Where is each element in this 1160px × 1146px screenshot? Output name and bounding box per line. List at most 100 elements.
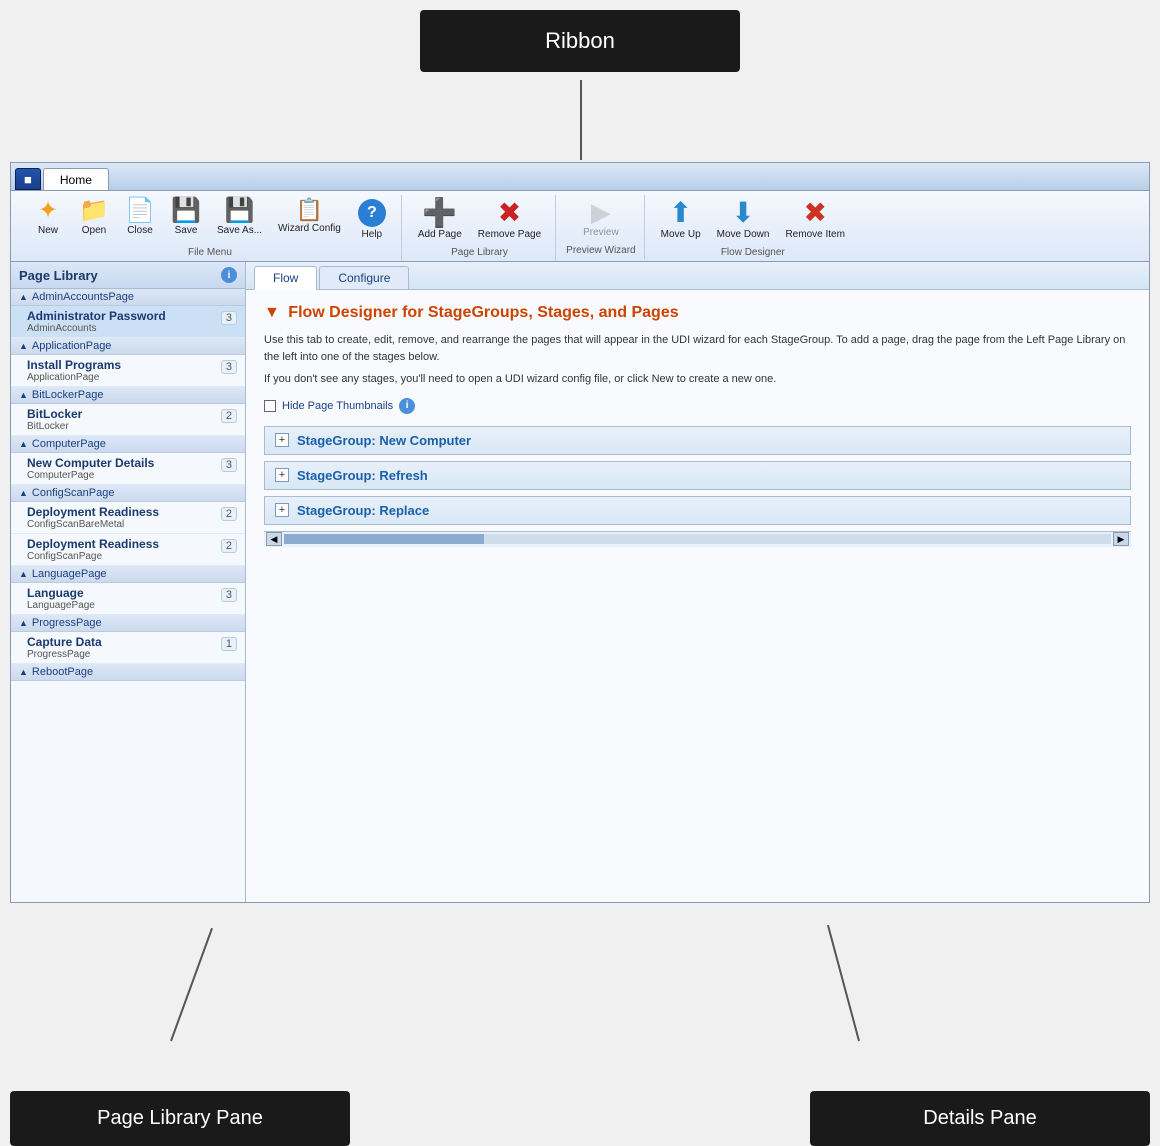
sidebar-group-label-configscan: ConfigScanPage: [32, 487, 115, 499]
add-page-icon: ➕: [422, 199, 457, 227]
preview-icon: ▶: [591, 199, 611, 225]
ribbon-content: ✦ New 📁 Open 📄 Close 💾: [11, 195, 1149, 261]
install-programs-name: Install Programs: [27, 358, 237, 372]
ribbon-group-preview-wizard: ▶ Preview Preview Wizard: [558, 195, 644, 259]
move-up-label: Move Up: [661, 229, 701, 241]
deployment-baremetal-name: Deployment Readiness: [27, 505, 237, 519]
move-up-button[interactable]: ⬆ Move Up: [655, 195, 707, 245]
ribbon-group-page-library-items: ➕ Add Page ✖ Remove Page: [412, 195, 547, 245]
sidebar-item-deployment-configscan[interactable]: 2 Deployment Readiness ConfigScanPage: [11, 534, 245, 566]
sidebar-list[interactable]: ▲ AdminAccountsPage 3 Administrator Pass…: [11, 289, 245, 902]
scroll-right-btn[interactable]: ▶: [1113, 532, 1129, 546]
sidebar-item-language[interactable]: 3 Language LanguagePage: [11, 583, 245, 615]
sidebar-group-header-adminaccounts: ▲ AdminAccountsPage: [11, 289, 245, 306]
sidebar-item-bitlocker[interactable]: 2 BitLocker BitLocker: [11, 404, 245, 436]
stage-expand-new-computer[interactable]: +: [275, 433, 289, 447]
horizontal-scrollbar[interactable]: ◀ ▶: [264, 531, 1131, 547]
new-button[interactable]: ✦ New: [27, 195, 69, 241]
sidebar-group-label-reboot: RebootPage: [32, 666, 93, 678]
stage-group-new-computer[interactable]: + StageGroup: New Computer: [264, 426, 1131, 455]
stage-expand-replace[interactable]: +: [275, 503, 289, 517]
scroll-left-btn[interactable]: ◀: [266, 532, 282, 546]
sidebar-group-label-computer: ComputerPage: [32, 438, 106, 450]
sidebar-group-header-bitlocker: ▲ BitLockerPage: [11, 387, 245, 404]
capture-data-count: 1: [221, 637, 237, 651]
save-icon: 💾: [171, 199, 201, 223]
wizard-icon: 📋: [296, 199, 323, 221]
save-button[interactable]: 💾 Save: [165, 195, 207, 241]
scroll-thumb[interactable]: [284, 534, 484, 544]
open-label: Open: [82, 225, 106, 237]
add-page-button[interactable]: ➕ Add Page: [412, 195, 468, 245]
callout-line-page-library: [170, 928, 213, 1041]
bitlocker-sub: BitLocker: [27, 421, 237, 432]
save-label: Save: [175, 225, 198, 237]
close-button[interactable]: 📄 Close: [119, 195, 161, 241]
tab-home[interactable]: Home: [43, 168, 109, 190]
stage-expand-refresh[interactable]: +: [275, 468, 289, 482]
capture-data-name: Capture Data: [27, 635, 237, 649]
help-label: Help: [362, 229, 383, 241]
flow-designer-group-label: Flow Designer: [721, 247, 785, 261]
chevron-down-icon-progress: ▲: [19, 618, 28, 628]
bitlocker-count: 2: [221, 409, 237, 423]
save-as-button[interactable]: 💾 Save As...: [211, 195, 268, 241]
bitlocker-name: BitLocker: [27, 407, 237, 421]
remove-page-button[interactable]: ✖ Remove Page: [472, 195, 547, 245]
language-count: 3: [221, 588, 237, 602]
sidebar-group-header-application: ▲ ApplicationPage: [11, 338, 245, 355]
sidebar-group-header-progress: ▲ ProgressPage: [11, 615, 245, 632]
new-computer-details-sub: ComputerPage: [27, 470, 237, 481]
callout-area: Page Library Pane Details Pane: [0, 971, 1160, 1146]
sidebar-item-deployment-baremetal[interactable]: 2 Deployment Readiness ConfigScanBareMet…: [11, 502, 245, 534]
preview-button[interactable]: ▶ Preview: [577, 195, 625, 243]
open-button[interactable]: 📁 Open: [73, 195, 115, 241]
right-panel: Flow Configure ▼ Flow Designer for Stage…: [246, 262, 1149, 902]
deployment-baremetal-sub: ConfigScanBareMetal: [27, 519, 237, 530]
flow-title-icon: ▼: [264, 304, 280, 321]
sidebar-group-label-bitlocker: BitLockerPage: [32, 389, 104, 401]
stage-group-replace[interactable]: + StageGroup: Replace: [264, 496, 1131, 525]
remove-page-label: Remove Page: [478, 229, 541, 241]
remove-item-icon: ✖: [803, 199, 826, 227]
install-programs-count: 3: [221, 360, 237, 374]
sidebar-group-header-reboot: ▲ RebootPage: [11, 664, 245, 681]
sidebar-item-new-computer-details[interactable]: 3 New Computer Details ComputerPage: [11, 453, 245, 485]
page-library-sidebar: Page Library i ▲ AdminAccountsPage 3 Adm…: [11, 262, 246, 902]
hide-thumbnails-checkbox[interactable]: [264, 400, 276, 412]
sidebar-header: Page Library i: [11, 262, 245, 289]
office-icon: ■: [24, 172, 32, 187]
sidebar-item-admin-password[interactable]: 3 Administrator Password AdminAccounts: [11, 306, 245, 338]
wizard-config-button[interactable]: 📋 Wizard Config: [272, 195, 347, 239]
tab-configure[interactable]: Configure: [319, 266, 409, 289]
deployment-configscan-count: 2: [221, 539, 237, 553]
install-programs-sub: ApplicationPage: [27, 372, 237, 383]
remove-item-button[interactable]: ✖ Remove Item: [779, 195, 850, 245]
sidebar-item-install-programs[interactable]: 3 Install Programs ApplicationPage: [11, 355, 245, 387]
stage-label-replace: StageGroup: Replace: [297, 503, 429, 518]
scroll-track: [284, 534, 1111, 544]
hide-thumbnails-info-icon: i: [399, 398, 415, 414]
stage-group-refresh[interactable]: + StageGroup: Refresh: [264, 461, 1131, 490]
chevron-down-icon-app: ▲: [19, 341, 28, 351]
wizard-label: Wizard Config: [278, 223, 341, 235]
save-as-label: Save As...: [217, 225, 262, 237]
chevron-down-icon-configscan: ▲: [19, 488, 28, 498]
ribbon-group-preview-wizard-items: ▶ Preview: [577, 195, 625, 243]
office-button[interactable]: ■: [15, 168, 41, 190]
help-button[interactable]: ? Help: [351, 195, 393, 245]
sidebar-info-icon: i: [221, 267, 237, 283]
tab-flow[interactable]: Flow: [254, 266, 317, 290]
sidebar-item-capture-data[interactable]: 1 Capture Data ProgressPage: [11, 632, 245, 664]
chevron-down-icon: ▲: [19, 292, 28, 302]
move-down-button[interactable]: ⬇ Move Down: [711, 195, 776, 245]
ribbon-callout-box: Ribbon: [420, 10, 740, 72]
admin-password-sub: AdminAccounts: [27, 323, 237, 334]
hide-thumbnails-label: Hide Page Thumbnails: [282, 400, 393, 412]
sidebar-group-label-language: LanguagePage: [32, 568, 107, 580]
ribbon-callout-label: Ribbon: [545, 28, 615, 53]
admin-password-name: Administrator Password: [27, 309, 237, 323]
app-window: ■ Home ✦ New 📁 Open: [10, 162, 1150, 903]
deployment-configscan-sub: ConfigScanPage: [27, 551, 237, 562]
add-page-label: Add Page: [418, 229, 462, 241]
